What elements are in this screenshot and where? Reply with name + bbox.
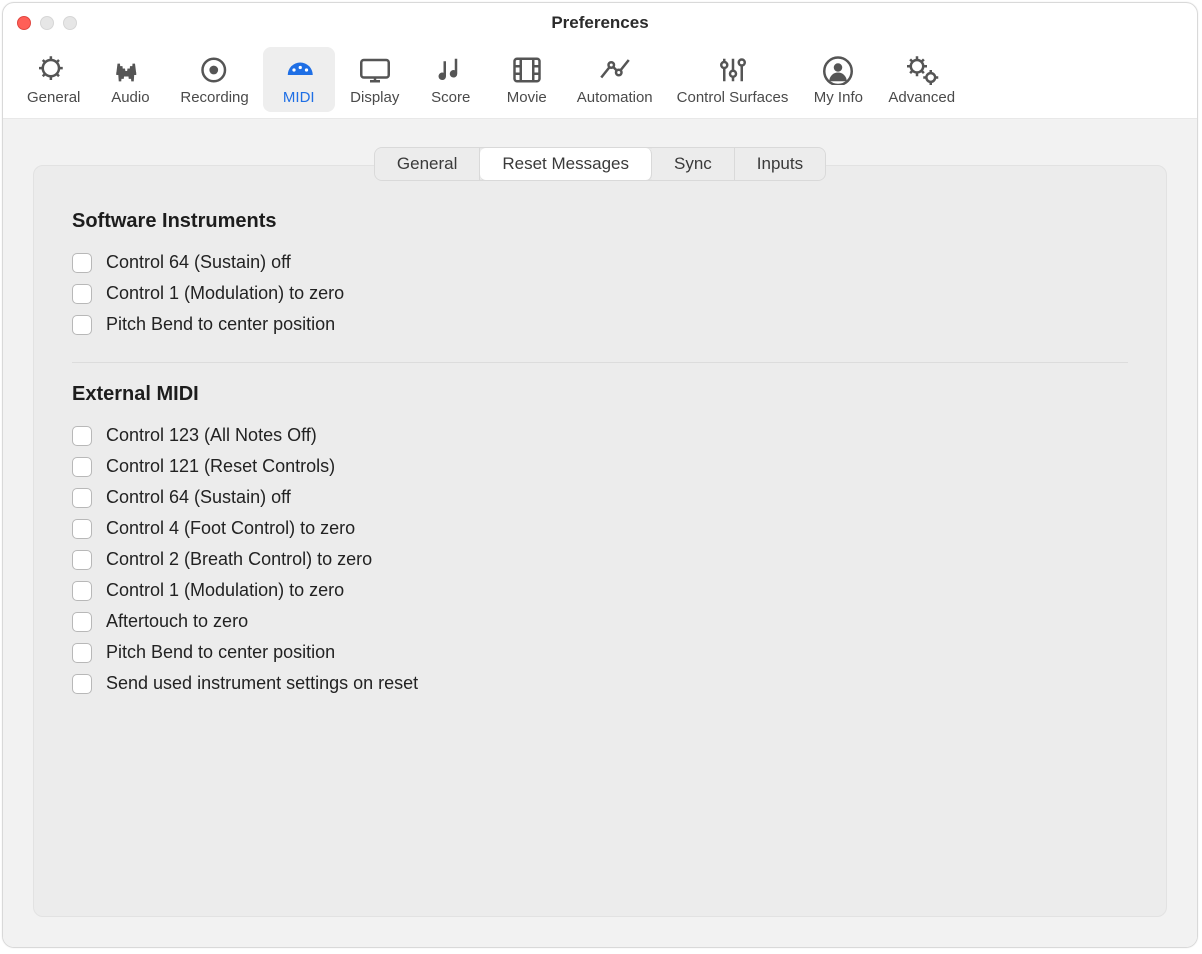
toolbar-item-label: Advanced — [888, 89, 955, 106]
checkbox[interactable] — [72, 253, 92, 273]
checkbox-row: Control 123 (All Notes Off) — [72, 420, 1128, 451]
midi-icon — [279, 53, 319, 87]
checkbox-row: Control 121 (Reset Controls) — [72, 451, 1128, 482]
checkbox-label: Control 2 (Breath Control) to zero — [106, 549, 372, 570]
checkbox-label: Control 64 (Sustain) off — [106, 252, 291, 273]
checkbox-label: Pitch Bend to center position — [106, 642, 335, 663]
preferences-toolbar: General Audio Recording MIDI Display Score Mov… — [3, 43, 1197, 119]
toolbar-item-label: My Info — [814, 89, 863, 106]
preferences-window: Preferences General Audio Recording MIDI Dis… — [2, 2, 1198, 948]
toolbar-item-display[interactable]: Display — [339, 47, 411, 112]
software-instruments-list: Control 64 (Sustain) off Control 1 (Modul… — [72, 247, 1128, 340]
minimize-button[interactable] — [40, 16, 54, 30]
toolbar-item-general[interactable]: General — [17, 47, 90, 112]
checkbox-row: Aftertouch to zero — [72, 606, 1128, 637]
checkbox-row: Control 1 (Modulation) to zero — [72, 278, 1128, 309]
toolbar-item-label: Score — [431, 89, 470, 106]
section-heading-external: External MIDI — [72, 383, 1128, 406]
checkbox-label: Send used instrument settings on reset — [106, 673, 418, 694]
automation-icon — [595, 53, 635, 87]
checkbox[interactable] — [72, 550, 92, 570]
toolbar-item-midi[interactable]: MIDI — [263, 47, 335, 112]
notes-icon — [431, 53, 471, 87]
toolbar-item-recording[interactable]: Recording — [170, 47, 258, 112]
tab-reset-messages[interactable]: Reset Messages — [480, 148, 652, 180]
checkbox-row: Pitch Bend to center position — [72, 637, 1128, 668]
toolbar-item-audio[interactable]: Audio — [94, 47, 166, 112]
checkbox-label: Control 1 (Modulation) to zero — [106, 283, 344, 304]
checkbox-label: Pitch Bend to center position — [106, 314, 335, 335]
checkbox-label: Aftertouch to zero — [106, 611, 248, 632]
toolbar-item-my-info[interactable]: My Info — [802, 47, 874, 112]
titlebar: Preferences — [3, 3, 1197, 43]
checkbox[interactable] — [72, 674, 92, 694]
checkbox[interactable] — [72, 612, 92, 632]
wave-icon — [110, 53, 150, 87]
checkbox-row: Control 64 (Sustain) off — [72, 482, 1128, 513]
toolbar-item-label: Automation — [577, 89, 653, 106]
checkbox[interactable] — [72, 457, 92, 477]
checkbox[interactable] — [72, 284, 92, 304]
external-midi-list: Control 123 (All Notes Off) Control 121 (… — [72, 420, 1128, 699]
toolbar-item-advanced[interactable]: Advanced — [878, 47, 965, 112]
window-controls — [17, 16, 77, 30]
toolbar-item-movie[interactable]: Movie — [491, 47, 563, 112]
tab-inputs[interactable]: Inputs — [735, 148, 825, 180]
checkbox-row: Control 2 (Breath Control) to zero — [72, 544, 1128, 575]
checkbox-row: Control 1 (Modulation) to zero — [72, 575, 1128, 606]
checkbox-label: Control 123 (All Notes Off) — [106, 425, 317, 446]
toolbar-item-control-surfaces[interactable]: Control Surfaces — [667, 47, 799, 112]
checkbox[interactable] — [72, 315, 92, 335]
checkbox[interactable] — [72, 488, 92, 508]
checkbox-label: Control 1 (Modulation) to zero — [106, 580, 344, 601]
maximize-button[interactable] — [63, 16, 77, 30]
window-title: Preferences — [3, 13, 1197, 33]
checkbox-label: Control 64 (Sustain) off — [106, 487, 291, 508]
film-icon — [507, 53, 547, 87]
section-heading-software: Software Instruments — [72, 210, 1128, 233]
toolbar-item-score[interactable]: Score — [415, 47, 487, 112]
toolbar-item-label: General — [27, 89, 80, 106]
toolbar-item-label: Recording — [180, 89, 248, 106]
checkbox-row: Send used instrument settings on reset — [72, 668, 1128, 699]
checkbox-row: Control 4 (Foot Control) to zero — [72, 513, 1128, 544]
toolbar-item-label: MIDI — [283, 89, 315, 106]
record-icon — [195, 53, 235, 87]
checkbox[interactable] — [72, 581, 92, 601]
checkbox-row: Control 64 (Sustain) off — [72, 247, 1128, 278]
checkbox[interactable] — [72, 519, 92, 539]
gears-icon — [902, 53, 942, 87]
tab-general[interactable]: General — [375, 148, 480, 180]
sliders-icon — [713, 53, 753, 87]
checkbox[interactable] — [72, 643, 92, 663]
checkbox-label: Control 121 (Reset Controls) — [106, 456, 335, 477]
content-area: GeneralReset MessagesSyncInputs Software… — [3, 119, 1197, 947]
sub-tabs: GeneralReset MessagesSyncInputs — [374, 147, 826, 181]
toolbar-item-label: Display — [350, 89, 399, 106]
toolbar-item-label: Control Surfaces — [677, 89, 789, 106]
toolbar-item-label: Movie — [507, 89, 547, 106]
toolbar-item-automation[interactable]: Automation — [567, 47, 663, 112]
checkbox-row: Pitch Bend to center position — [72, 309, 1128, 340]
close-button[interactable] — [17, 16, 31, 30]
gear-icon — [34, 53, 74, 87]
toolbar-item-label: Audio — [111, 89, 149, 106]
tab-sync[interactable]: Sync — [652, 148, 735, 180]
settings-panel: Software Instruments Control 64 (Sustain… — [33, 165, 1167, 917]
display-icon — [355, 53, 395, 87]
person-icon — [818, 53, 858, 87]
checkbox-label: Control 4 (Foot Control) to zero — [106, 518, 355, 539]
section-divider — [72, 362, 1128, 363]
checkbox[interactable] — [72, 426, 92, 446]
